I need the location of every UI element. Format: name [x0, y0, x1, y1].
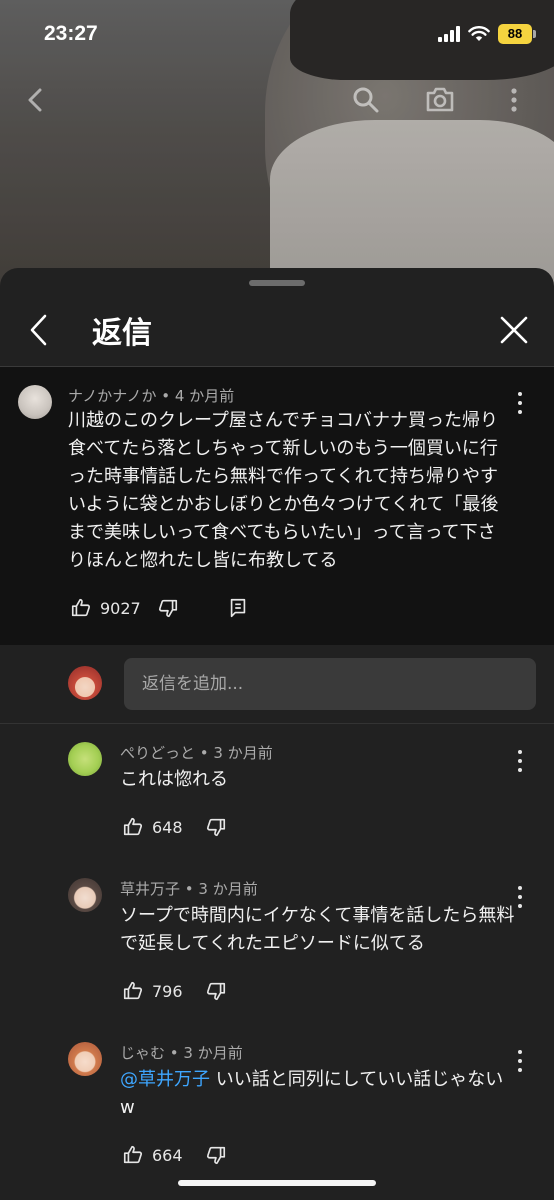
comment-author[interactable]: ナノかナノか [68, 387, 157, 405]
avatar[interactable] [68, 742, 102, 776]
sheet-header: 返信 [0, 294, 554, 366]
like-count: 796 [152, 981, 183, 1001]
comment-actions: 664 [122, 1144, 227, 1166]
like-icon[interactable] [122, 816, 144, 838]
meta-separator: • [161, 387, 175, 405]
wifi-icon [468, 26, 490, 41]
more-options-button[interactable] [515, 750, 525, 772]
status-bar: 23:27 88 [0, 0, 554, 70]
reply-comment-icon[interactable] [227, 597, 249, 619]
like-count: 648 [152, 817, 183, 837]
reply-item: ぺりどっと • 3 か月前 これは惚れる 648 [0, 738, 554, 858]
comment-text: 川越のこのクレープ屋さんでチョコバナナ買った帰り食べてたら落としちゃって新しいの… [68, 410, 499, 571]
camera-icon[interactable] [422, 82, 458, 118]
user-avatar[interactable] [68, 666, 102, 700]
like-count: 9027 [100, 598, 141, 618]
comment-author[interactable]: ぺりどっと [120, 744, 195, 762]
comment-meta: じゃむ • 3 か月前 [120, 1042, 243, 1063]
comment-meta: ナノかナノか • 4 か月前 [68, 385, 234, 406]
mention-link[interactable]: @草井万子 [120, 1069, 210, 1090]
comment-actions: 9027 [70, 597, 249, 619]
search-icon[interactable] [348, 82, 384, 118]
sheet-title: 返信 [92, 316, 152, 351]
replies-sheet: 返信 ナノかナノか • 4 か月前 川越のこのクレープ屋さんでチョコバナナ買った… [0, 268, 554, 1200]
reply-input[interactable] [124, 658, 536, 710]
video-toolbar [0, 70, 554, 130]
comment-age: 3 か月前 [213, 744, 273, 762]
comment-actions: 648 [122, 816, 227, 838]
home-indicator[interactable] [178, 1180, 376, 1186]
meta-separator: • [184, 880, 199, 898]
like-icon[interactable] [70, 597, 92, 619]
comment-text: これは惚れる [120, 769, 228, 790]
dislike-icon[interactable] [157, 597, 179, 619]
close-icon[interactable] [498, 314, 530, 346]
back-icon[interactable] [22, 312, 56, 348]
like-icon[interactable] [122, 980, 144, 1002]
row-divider [0, 723, 554, 724]
avatar[interactable] [18, 385, 52, 419]
avatar[interactable] [68, 1042, 102, 1076]
comment-age: 4 か月前 [174, 387, 235, 405]
comment-age: 3 か月前 [183, 1044, 243, 1062]
dislike-icon[interactable] [205, 980, 227, 1002]
meta-separator: • [199, 744, 214, 762]
battery-icon: 88 [498, 24, 536, 44]
drag-handle[interactable] [249, 280, 305, 286]
reply-item: 草井万子 • 3 か月前 ソープで時間内にイケなくて事情を話したら無料で延長して… [0, 874, 554, 1024]
comment-age: 3 か月前 [198, 880, 258, 898]
back-arrow-icon[interactable] [18, 82, 54, 118]
comment-actions: 796 [122, 980, 227, 1002]
meta-separator: • [169, 1044, 184, 1062]
comment-author[interactable]: 草井万子 [120, 880, 180, 898]
signal-icon [438, 26, 460, 42]
dislike-icon[interactable] [205, 1144, 227, 1166]
comment-meta: ぺりどっと • 3 か月前 [120, 742, 273, 763]
comment-author[interactable]: じゃむ [120, 1044, 165, 1062]
more-options-button[interactable] [515, 392, 525, 414]
dislike-icon[interactable] [205, 816, 227, 838]
add-reply-row [0, 645, 554, 723]
parent-comment: ナノかナノか • 4 か月前 川越のこのクレープ屋さんでチョコバナナ買った帰り食… [0, 367, 554, 645]
comment-text: @草井万子 いい話と同列にしていい話じゃないw [120, 1066, 512, 1122]
status-icons: 88 [438, 24, 536, 44]
status-time: 23:27 [44, 22, 98, 45]
more-vert-icon[interactable] [496, 82, 532, 118]
like-icon[interactable] [122, 1144, 144, 1166]
comment-text: ソープで時間内にイケなくて事情を話したら無料で延長してくれたエピソードに似てる [120, 905, 515, 954]
reply-item: じゃむ • 3 か月前 @草井万子 いい話と同列にしていい話じゃないw 664 [0, 1038, 554, 1188]
more-options-button[interactable] [515, 1050, 525, 1072]
avatar[interactable] [68, 878, 102, 912]
comment-meta: 草井万子 • 3 か月前 [120, 878, 258, 899]
like-count: 664 [152, 1145, 183, 1165]
